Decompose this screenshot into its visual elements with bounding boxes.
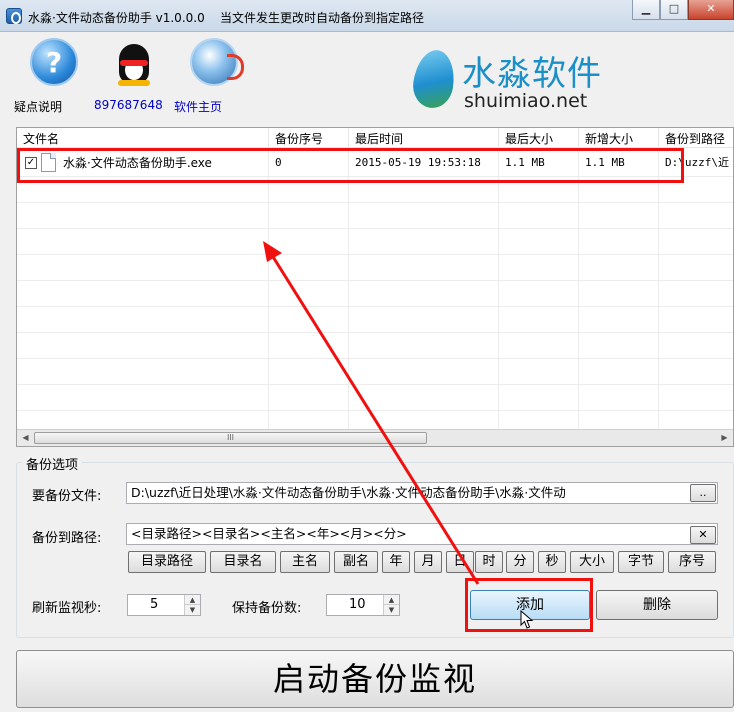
maximize-button[interactable]: □ [660,0,688,20]
refresh-seconds-stepper[interactable]: 5 ▲ ▼ [127,594,201,616]
cell-seq: 0 [275,156,282,169]
column-header-time[interactable]: 最后时间 [349,128,499,148]
source-file-label: 要备份文件: [32,489,102,504]
cell-path: D:\uzzf\近 [665,156,729,169]
scroll-left-arrow-icon[interactable]: ◀ [17,430,34,446]
cell-added-size: 1.1 MB [585,156,625,169]
brand-domain: shuimiao.net [464,90,588,112]
tag-button-dir-path[interactable]: 目录路径 [128,551,206,573]
tag-button-size[interactable]: 大小 [570,551,614,573]
tag-button-sub-name[interactable]: 副名 [334,551,378,573]
tag-button-year[interactable]: 年 [382,551,410,573]
globe-icon [190,38,244,86]
list-header: 文件名 备份序号 最后时间 最后大小 新增大小 备份到路径 [17,128,733,148]
tag-button-day[interactable]: 日 [446,551,474,573]
help-label: 疑点说明 [14,100,63,114]
toolbar: ? 疑点说明 897687648 软件主页 水淼软件 shuimiao.net [0,32,734,122]
window-controls: ▁ □ ✕ [632,0,734,22]
brand-logo: 水淼软件 shuimiao.net [410,46,614,116]
stepper-down-icon[interactable]: ▼ [384,605,399,615]
close-button[interactable]: ✕ [688,0,734,20]
tag-button-dir-name[interactable]: 目录名 [210,551,276,573]
keep-count-value: 10 [349,597,366,612]
app-icon [6,8,22,24]
tag-button-seq[interactable]: 序号 [668,551,716,573]
mouse-cursor-icon [520,610,534,629]
row-checkbox[interactable]: ✓ [25,157,37,169]
cell-time: 2015-05-19 19:53:18 [355,156,481,169]
tag-button-month[interactable]: 月 [414,551,442,573]
tag-button-second[interactable]: 秒 [538,551,566,573]
window-title: 水淼·文件动态备份助手 v1.0.0.0 当文件发生更改时自动备份到指定路径 [28,9,424,26]
stepper-down-icon[interactable]: ▼ [185,605,200,615]
water-drop-icon [410,47,458,111]
column-header-seq[interactable]: 备份序号 [269,128,349,148]
dest-path-field[interactable]: <目录路径><目录名><主名><年><月><分> [126,523,718,545]
column-header-last-size[interactable]: 最后大小 [499,128,579,148]
cell-last-size: 1.1 MB [505,156,545,169]
source-file-field[interactable]: D:\uzzf\近日处理\水淼·文件动态备份助手\水淼·文件动态备份助手\水淼·… [126,482,718,504]
refresh-seconds-label: 刷新监视秒: [32,601,102,616]
tag-button-minute[interactable]: 分 [506,551,534,573]
keep-stepper-arrows: ▲ ▼ [383,595,399,615]
scroll-thumb[interactable]: III [34,432,427,444]
website-tool[interactable]: 软件主页 [174,38,254,114]
qq-tool[interactable]: 897687648 [94,38,174,112]
column-header-path[interactable]: 备份到路径 [659,128,733,148]
stepper-up-icon[interactable]: ▲ [384,595,399,605]
stepper-up-icon[interactable]: ▲ [185,595,200,605]
table-row[interactable]: ✓ 水淼·文件动态备份助手.exe 0 2015-05-19 19:53:18 … [17,150,733,176]
scroll-right-arrow-icon[interactable]: ▶ [716,430,733,446]
help-glyph: ? [45,46,63,79]
browse-button[interactable]: .. [690,484,716,502]
brand-name: 水淼软件 [462,54,602,94]
cell-filename: 水淼·文件动态备份助手.exe [63,156,212,170]
file-icon [41,153,56,172]
tag-button-main-name[interactable]: 主名 [280,551,330,573]
horizontal-scrollbar[interactable]: ◀ III ▶ [17,429,733,446]
column-header-added-size[interactable]: 新增大小 [579,128,659,148]
app-subtitle: 当文件发生更改时自动备份到指定路径 [219,11,424,25]
minimize-button[interactable]: ▁ [632,0,660,20]
delete-button[interactable]: 删除 [596,590,718,620]
start-monitor-button[interactable]: 启动备份监视 [16,650,734,708]
tag-button-bytes[interactable]: 字节 [618,551,664,573]
keep-count-stepper[interactable]: 10 ▲ ▼ [326,594,400,616]
refresh-stepper-arrows: ▲ ▼ [184,595,200,615]
help-tool[interactable]: ? 疑点说明 [14,38,94,114]
keep-count-label: 保持备份数: [232,601,302,616]
help-icon: ? [30,38,78,86]
tag-button-hour[interactable]: 时 [475,551,503,573]
dest-path-label: 备份到路径: [32,531,102,546]
qq-number-link[interactable]: 897687648 [94,98,163,112]
qq-penguin-icon [110,38,158,86]
column-header-filename[interactable]: 文件名 [17,128,269,148]
clear-path-button[interactable]: ✕ [690,526,716,544]
backup-options-title: 备份选项 [22,454,83,473]
refresh-seconds-value: 5 [150,597,159,612]
app-title: 水淼·文件动态备份助手 v1.0.0.0 [28,11,205,25]
file-list[interactable]: 文件名 备份序号 最后时间 最后大小 新增大小 备份到路径 ✓ 水淼·文件动态备… [16,127,734,447]
title-bar: 水淼·文件动态备份助手 v1.0.0.0 当文件发生更改时自动备份到指定路径 ▁… [0,0,734,32]
website-link[interactable]: 软件主页 [174,98,222,115]
